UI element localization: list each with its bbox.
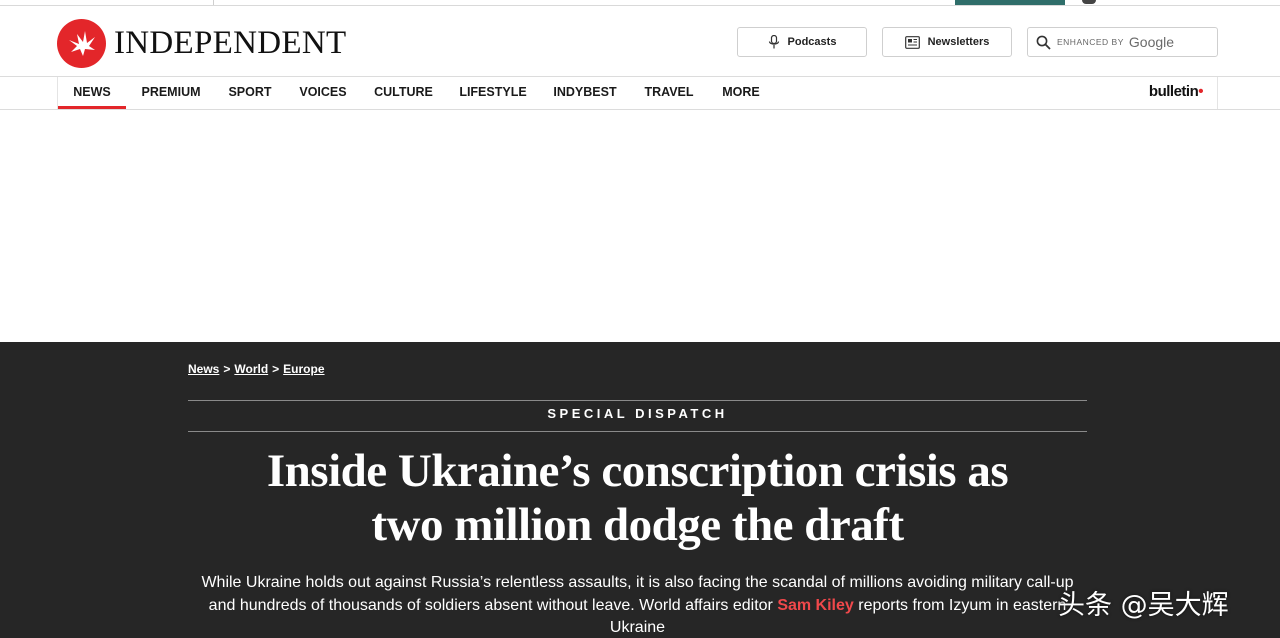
kicker-rule-bottom xyxy=(188,431,1087,432)
logo-wordmark: INDEPENDENT xyxy=(114,24,347,61)
top-strip-icon[interactable] xyxy=(1082,0,1096,4)
breadcrumb-europe[interactable]: Europe xyxy=(283,362,324,376)
microphone-icon xyxy=(768,35,779,49)
watermark: 头条 @吴大辉 xyxy=(1058,590,1229,621)
headline-line-1: Inside Ukraine’s conscription crisis as xyxy=(266,445,1009,497)
top-strip-active-tab[interactable] xyxy=(955,0,1065,5)
nav-item-travel[interactable]: TRAVEL xyxy=(641,77,697,109)
article-standfirst: While Ukraine holds out against Russia’s… xyxy=(188,572,1087,638)
search-provider-label: Google xyxy=(1128,34,1175,50)
headline-line-2: two million dodge the draft xyxy=(371,499,904,551)
main-nav: NEWS PREMIUM SPORT VOICES CULTURE LIFEST… xyxy=(0,77,1280,110)
breadcrumb-world[interactable]: World xyxy=(234,362,268,376)
nav-item-news[interactable]: NEWS xyxy=(58,77,126,109)
nav-item-voices[interactable]: VOICES xyxy=(296,77,350,109)
newspaper-icon xyxy=(904,35,920,49)
search-icon xyxy=(1036,35,1051,50)
newsletters-label: Newsletters xyxy=(927,36,990,48)
search-enhanced-label: ENHANCED BY xyxy=(1057,37,1124,47)
breadcrumb-separator: > xyxy=(223,362,231,376)
article-kicker: SPECIAL DISPATCH xyxy=(547,406,728,421)
podcasts-button[interactable]: Podcasts xyxy=(737,27,867,57)
bulletin-dot: • xyxy=(1198,83,1203,100)
search-input[interactable]: ENHANCED BY Google xyxy=(1027,27,1218,57)
kicker-rule-top xyxy=(188,400,1087,401)
bulletin-label: bulletin xyxy=(1148,83,1199,100)
site-header: INDEPENDENT Podcasts Newsletters ENHANCE… xyxy=(0,6,1280,77)
nav-item-more[interactable]: MORE xyxy=(718,77,764,109)
nav-item-lifestyle[interactable]: LIFESTYLE xyxy=(457,77,529,109)
nav-item-culture[interactable]: CULTURE xyxy=(372,77,435,109)
podcasts-label: Podcasts xyxy=(787,36,837,48)
breadcrumb-separator: > xyxy=(272,362,280,376)
main-nav-inner: NEWS PREMIUM SPORT VOICES CULTURE LIFEST… xyxy=(57,77,1218,109)
newsletters-button[interactable]: Newsletters xyxy=(882,27,1012,57)
top-strip-tab[interactable] xyxy=(28,0,214,5)
bulletin-logo[interactable]: bulletin• xyxy=(1148,83,1204,100)
breadcrumb-news[interactable]: News xyxy=(188,362,219,376)
nav-item-indybest[interactable]: INDYBEST xyxy=(551,77,619,109)
eagle-icon xyxy=(57,18,106,68)
site-logo[interactable]: INDEPENDENT xyxy=(57,18,346,68)
author-link[interactable]: Sam Kiley xyxy=(777,597,853,614)
nav-item-premium[interactable]: PREMIUM xyxy=(136,77,206,109)
article-headline: Inside Ukraine’s conscription crisis as … xyxy=(188,444,1087,552)
breadcrumb: News > World > Europe xyxy=(188,362,325,376)
nav-item-sport[interactable]: SPORT xyxy=(225,77,275,109)
